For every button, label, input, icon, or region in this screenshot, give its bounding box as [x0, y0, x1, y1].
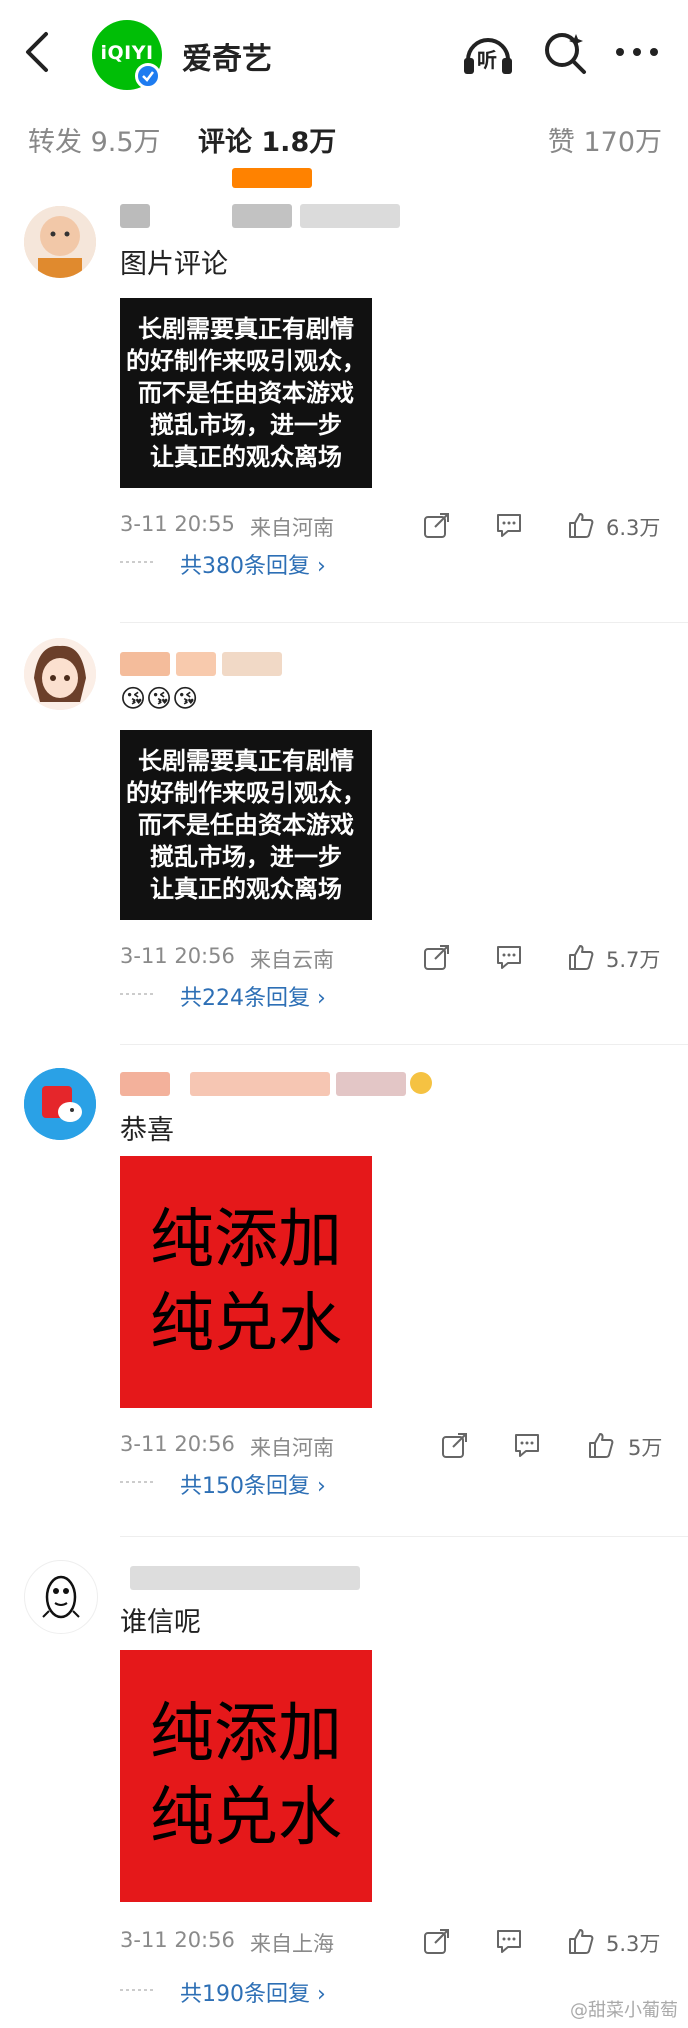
reply-dots-icon [120, 993, 156, 995]
like-count: 5.3万 [606, 1932, 661, 1956]
view-replies-link[interactable]: 共150条回复 › [180, 1468, 326, 1500]
like-icon[interactable] [566, 1926, 596, 1956]
like-icon[interactable] [586, 1430, 616, 1460]
comment-location: 来自河南 [250, 516, 334, 540]
more-icon[interactable] [612, 32, 662, 72]
image-line: 让真正的观众离场 [150, 875, 342, 903]
view-replies-link[interactable]: 共190条回复 › [180, 1976, 326, 2008]
avatar[interactable] [24, 1560, 98, 1634]
share-icon[interactable] [422, 510, 452, 540]
comment-location: 来自河南 [250, 1436, 334, 1460]
like-icon[interactable] [566, 942, 596, 972]
comment-text: 图片评论 [120, 249, 228, 280]
comment-emoji: 😘😘😘 [120, 684, 199, 713]
comment-icon[interactable] [494, 942, 524, 972]
chevron-left-icon[interactable] [18, 30, 58, 74]
like-count: 6.3万 [606, 516, 661, 540]
reply-dots-icon [120, 561, 156, 563]
like-count: 5万 [628, 1436, 663, 1460]
image-line: 长剧需要真正有剧情 [138, 747, 354, 775]
listen-label: 听 [477, 48, 497, 72]
image-line: 而不是任由资本游戏 [138, 811, 354, 839]
view-replies-link[interactable]: 共224条回复 › [180, 980, 326, 1012]
reply-dots-icon [120, 1481, 156, 1483]
headphones-icon[interactable]: 听 [460, 28, 516, 80]
comment-icon[interactable] [512, 1430, 542, 1460]
share-icon[interactable] [422, 1926, 452, 1956]
image-line: 搅乱市场，进一步 [150, 411, 342, 439]
comment-location: 来自上海 [250, 1932, 334, 1956]
top-bar: iQIYI 爱奇艺 听 [0, 0, 688, 110]
avatar[interactable] [24, 1068, 96, 1140]
image-line: 长剧需要真正有剧情 [138, 315, 354, 343]
comment-time: 3-11 20:55 [120, 512, 235, 536]
logo-text: iQIYI [100, 42, 154, 64]
username-blurred[interactable] [120, 1566, 370, 1590]
image-line: 纯兑水 [150, 1781, 342, 1855]
comment-time: 3-11 20:56 [120, 1928, 235, 1952]
like-icon[interactable] [566, 510, 596, 540]
comment-item: 恭喜 纯添加 纯兑水 3-11 20:56 来自河南 5万 共150条回复 › [0, 1044, 688, 1534]
comment-text: 谁信呢 [120, 1607, 201, 1638]
avatar[interactable] [24, 206, 96, 278]
comment-image[interactable]: 长剧需要真正有剧情 的好制作来吸引观众， 而不是任由资本游戏 搅乱市场，进一步 … [120, 730, 372, 920]
comment-time: 3-11 20:56 [120, 1432, 235, 1456]
image-line: 纯添加 [150, 1697, 342, 1771]
image-line: 而不是任由资本游戏 [138, 379, 354, 407]
footer-watermark: @甜菜小葡萄 [570, 2000, 678, 2021]
image-line: 纯添加 [150, 1203, 342, 1277]
comment-time: 3-11 20:56 [120, 944, 235, 968]
comment-item: 😘😘😘 长剧需要真正有剧情 的好制作来吸引观众， 而不是任由资本游戏 搅乱市场，… [0, 622, 688, 1042]
image-line: 纯兑水 [150, 1287, 342, 1361]
image-line: 的好制作来吸引观众， [126, 779, 366, 807]
tab-bar: 转发 9.5万 评论 1.8万 赞 170万 [0, 112, 688, 178]
tab-comment[interactable]: 评论 1.8万 [198, 120, 336, 159]
username-blurred[interactable] [120, 652, 320, 678]
search-icon[interactable] [540, 28, 590, 78]
comment-image[interactable]: 纯添加 纯兑水 [120, 1156, 372, 1408]
verified-badge-icon [135, 63, 161, 89]
share-icon[interactable] [422, 942, 452, 972]
comment-item: 图片评论 长剧需要真正有剧情 的好制作来吸引观众， 而不是任由资本游戏 搅乱市场… [0, 190, 688, 620]
avatar[interactable] [24, 638, 96, 710]
reply-dots-icon [120, 1989, 156, 1991]
comment-image[interactable]: 长剧需要真正有剧情 的好制作来吸引观众， 而不是任由资本游戏 搅乱市场，进一步 … [120, 298, 372, 488]
comment-image[interactable]: 纯添加 纯兑水 [120, 1650, 372, 1902]
like-count: 5.7万 [606, 948, 661, 972]
image-line: 的好制作来吸引观众， [126, 347, 366, 375]
comment-item: 谁信呢 纯添加 纯兑水 3-11 20:56 来自上海 5.3万 共190条回复… [0, 1536, 688, 2026]
account-name[interactable]: 爱奇艺 [182, 34, 272, 78]
username-blurred[interactable] [120, 1072, 432, 1098]
view-replies-link[interactable]: 共380条回复 › [180, 548, 326, 580]
share-icon[interactable] [440, 1430, 470, 1460]
image-line: 让真正的观众离场 [150, 443, 342, 471]
comment-text: 恭喜 [120, 1115, 174, 1146]
username-blurred[interactable] [120, 204, 400, 230]
comment-icon[interactable] [494, 510, 524, 540]
comment-location: 来自云南 [250, 948, 334, 972]
tab-indicator [232, 168, 312, 188]
comment-icon[interactable] [494, 1926, 524, 1956]
image-line: 搅乱市场，进一步 [150, 843, 342, 871]
tab-repost[interactable]: 转发 9.5万 [28, 120, 161, 159]
tab-like[interactable]: 赞 170万 [548, 120, 662, 159]
